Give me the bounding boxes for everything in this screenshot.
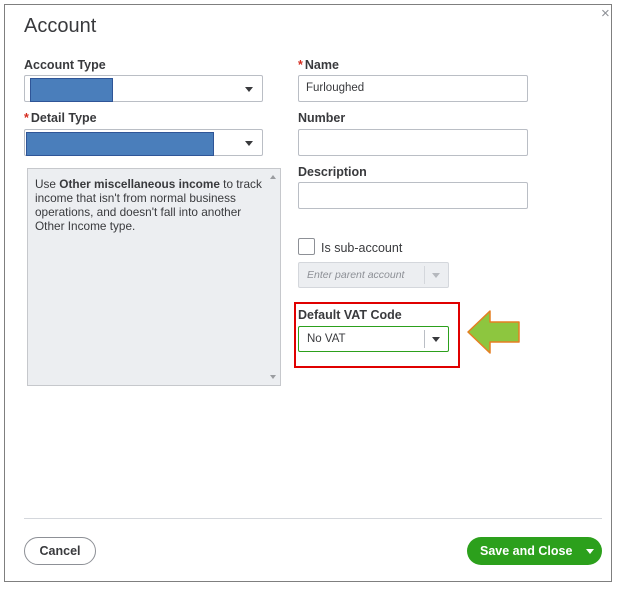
account-type-label: Account Type — [24, 58, 106, 72]
vat-code-value: No VAT — [307, 333, 346, 345]
required-marker: * — [298, 58, 303, 72]
detail-type-description-text: Use Other miscellaneous income to track … — [35, 177, 262, 233]
divider — [424, 266, 425, 284]
save-and-close-button[interactable]: Save and Close — [467, 537, 602, 565]
detail-type-label: Detail Type — [30, 111, 97, 125]
sub-account-label: Is sub-account — [321, 241, 403, 255]
divider — [424, 330, 425, 348]
scroll-up-icon[interactable] — [270, 175, 276, 179]
vat-code-select[interactable]: No VAT — [298, 326, 449, 352]
chevron-down-icon — [245, 141, 253, 146]
detail-type-description: Use Other miscellaneous income to track … — [27, 168, 281, 386]
redaction-mark — [26, 132, 214, 156]
arrow-left-icon — [467, 310, 520, 354]
number-input[interactable] — [298, 129, 528, 156]
number-label: Number — [298, 111, 346, 125]
redaction-mark — [30, 78, 113, 102]
detail-type-select[interactable] — [24, 129, 263, 156]
sub-account-checkbox[interactable] — [298, 238, 315, 255]
chevron-down-icon — [432, 337, 440, 342]
parent-account-select: Enter parent account — [298, 262, 449, 288]
name-label: Name — [304, 58, 339, 72]
description-label: Description — [298, 165, 367, 179]
account-type-select[interactable] — [24, 75, 263, 102]
dialog-title: Account — [24, 15, 97, 37]
detail-type-label-row: * Detail Type — [24, 111, 97, 125]
required-marker: * — [24, 111, 29, 125]
footer-divider — [24, 518, 602, 519]
vat-code-label: Default VAT Code — [298, 308, 402, 322]
cancel-button[interactable]: Cancel — [24, 537, 96, 565]
close-icon[interactable]: × — [601, 6, 610, 21]
name-input[interactable]: Furloughed — [298, 75, 528, 102]
save-and-close-label[interactable]: Save and Close — [480, 544, 572, 558]
chevron-down-icon — [245, 87, 253, 92]
chevron-down-icon[interactable] — [586, 549, 594, 554]
chevron-down-icon — [432, 273, 440, 278]
name-label-row: * Name — [298, 58, 339, 72]
description-input[interactable] — [298, 182, 528, 209]
parent-account-placeholder: Enter parent account — [307, 269, 405, 281]
scroll-down-icon[interactable] — [270, 375, 276, 379]
